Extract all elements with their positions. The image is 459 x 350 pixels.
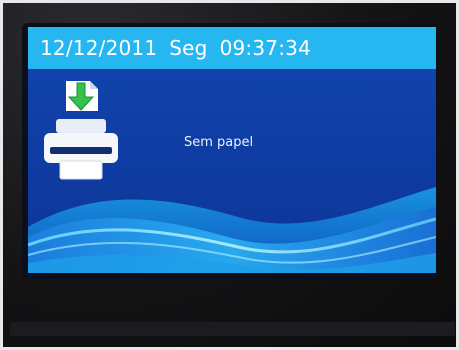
status-message: Sem papel (184, 135, 254, 150)
device-housing: 12/12/2011 Seg 09:37:34 Sem papel (0, 0, 459, 350)
wave-decoration (28, 187, 436, 273)
display-screen: 12/12/2011 Seg 09:37:34 Sem papel (28, 27, 436, 273)
weekday-label: Seg (169, 36, 208, 60)
status-bar: 12/12/2011 Seg 09:37:34 (28, 27, 436, 69)
date-label: 12/12/2011 (40, 36, 158, 60)
device-bottom-edge (10, 322, 455, 336)
time-label: 09:37:34 (219, 36, 312, 60)
